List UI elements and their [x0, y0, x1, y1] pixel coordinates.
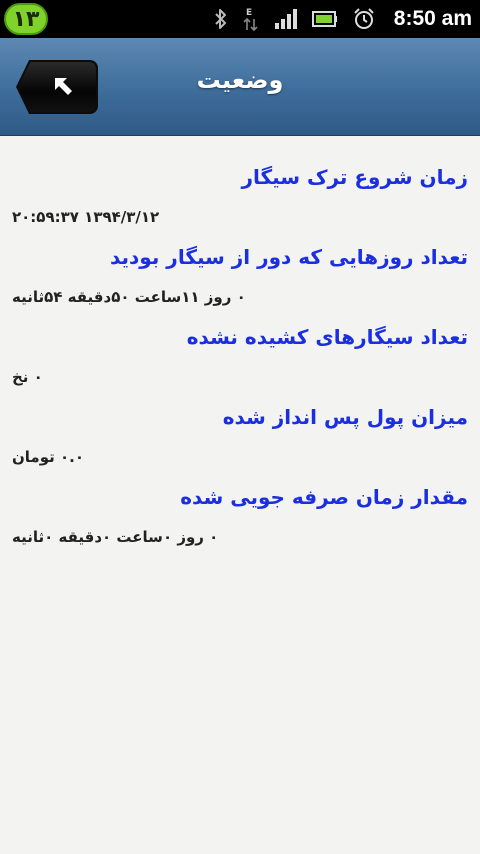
status-list: زمان شروع ترک سیگار ۱۳۹۴/۳/۱۲ ۲۰:۵۹:۳۷ ت…	[0, 137, 480, 557]
item-label: مقدار زمان صرفه جویی شده	[180, 485, 468, 509]
list-item-cigarettes-not-smoked: تعداد سیگارهای کشیده نشده ۰ نخ	[12, 317, 468, 397]
app-header: وضعیت	[0, 38, 480, 136]
item-label: زمان شروع ترک سیگار	[241, 165, 468, 189]
signal-icon	[274, 8, 298, 30]
list-item-time-saved: مقدار زمان صرفه جویی شده ۰ روز ۰ساعت ۰دق…	[12, 477, 468, 557]
list-item-days-away: تعداد روزهایی که دور از سیگار بودید ۰ رو…	[12, 237, 468, 317]
list-item-money-saved: میزان پول پس انداز شده ۰.۰ تومان	[12, 397, 468, 477]
item-label: تعداد روزهایی که دور از سیگار بودید	[109, 245, 468, 269]
item-label: میزان پول پس انداز شده	[222, 405, 468, 429]
item-value: ۰.۰ تومان	[12, 448, 84, 466]
svg-text:E: E	[246, 8, 252, 18]
bluetooth-icon	[214, 8, 228, 30]
item-value: ۰ نخ	[12, 368, 43, 386]
item-value: ۰ روز ۱۱ساعت ۵۰دقیقه ۵۴ثانیه	[12, 288, 246, 306]
item-value: ۱۳۹۴/۳/۱۲ ۲۰:۵۹:۳۷	[12, 208, 160, 226]
back-arrow-icon	[55, 78, 72, 95]
notification-badge[interactable]: ۱۳	[4, 3, 48, 35]
status-clock: 8:50 am	[393, 7, 472, 30]
list-item-quit-start: زمان شروع ترک سیگار ۱۳۹۴/۳/۱۲ ۲۰:۵۹:۳۷	[12, 157, 468, 237]
data-transfer-icon: E	[242, 6, 260, 32]
page-title: وضعیت	[196, 66, 284, 94]
status-bar: ۱۳ E 8:50 am	[0, 0, 480, 38]
battery-icon	[311, 10, 338, 28]
item-value: ۰ روز ۰ساعت ۰دقیقه ۰ثانیه	[12, 528, 219, 546]
item-label: تعداد سیگارهای کشیده نشده	[186, 325, 468, 349]
back-button[interactable]	[16, 60, 98, 114]
status-icons: E 8:50 am	[214, 0, 472, 38]
alarm-icon	[352, 7, 376, 31]
